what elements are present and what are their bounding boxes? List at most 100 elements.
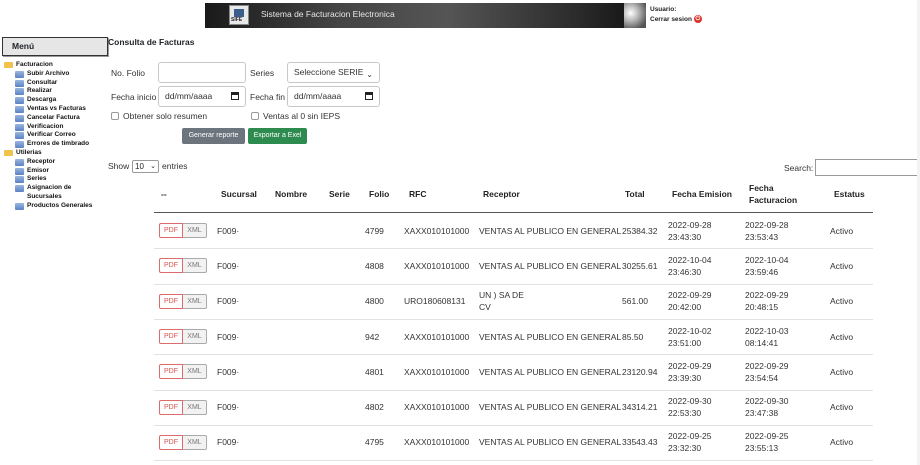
sidebar-item-label[interactable]: Asignacion de Sucursales [27,184,97,202]
xml-button[interactable]: XML [183,329,207,345]
fecha-inicio-input[interactable]: dd/mm/aaaa [158,86,246,107]
series-select[interactable]: Seleccione SERIE ⌄ [287,62,380,83]
page-icon [15,114,24,122]
xml-button[interactable]: XML [183,293,207,309]
sidebar-item-label[interactable]: Productos Generales [27,202,97,211]
pdf-button[interactable]: PDF [159,364,183,380]
xml-button[interactable]: XML [183,223,207,239]
facturacion-time-cell: 23:54:54 [745,372,779,383]
sidebar-item-label[interactable]: Consultar [27,79,97,88]
entries-select[interactable]: 10 ⌄ [132,160,159,173]
sidebar-item[interactable]: Errores de timbrado [4,140,97,149]
emision-time-cell: 23:32:30 [668,443,702,454]
page-icon [15,105,24,113]
sidebar-item-label[interactable]: Verificar Correo [27,131,97,140]
sidebar-item-label[interactable]: Receptor [27,158,97,167]
sidebar-item[interactable]: Ventas vs Facturas [4,105,97,114]
pdf-button[interactable]: PDF [159,329,183,345]
column-header[interactable]: Receptor [483,188,520,200]
logout-link[interactable]: Cerrar sesion ⏻ [650,15,702,25]
row-divider [154,248,873,250]
column-header[interactable]: Estatus [834,188,865,200]
sidebar-item-label[interactable]: Cancelar Factura [27,114,97,123]
logout-icon[interactable]: ⏻ [693,15,702,24]
search-input[interactable] [815,159,918,176]
export-excel-button[interactable]: Exportar a Exel [248,128,307,144]
sidebar-group[interactable]: Utilerias [4,149,97,158]
estatus-cell: Activo [830,366,854,377]
row-divider [154,354,873,356]
sidebar-item[interactable]: Cancelar Factura [4,114,97,123]
sidebar-item[interactable]: Emisor [4,167,97,176]
folio-input[interactable] [158,62,246,83]
xml-button[interactable]: XML [183,399,207,415]
column-header[interactable]: Sucursal [221,188,257,200]
resumen-checkbox[interactable] [111,112,119,120]
sidebar-group[interactable]: Facturacion [4,61,97,70]
fecha-fin-input[interactable]: dd/mm/aaaa [287,86,380,107]
sidebar-item[interactable]: Realizar [4,87,97,96]
sidebar-group-label[interactable]: Facturacion [16,61,53,70]
rfc-cell: XAXX010101000 [404,225,470,236]
column-header[interactable]: Folio [369,188,389,200]
facturacion-time-cell: 08:14:41 [745,337,779,348]
column-header[interactable]: Fecha Facturacion [749,182,803,206]
receptor-cell: VENTAS AL PUBLICO EN GENERAL [479,366,622,377]
sidebar-item[interactable]: Asignacion de Sucursales [4,184,97,202]
sidebar-group-label[interactable]: Utilerias [16,149,42,158]
facturacion-date-cell: 2022-10-04 [745,254,789,265]
page-icon [15,123,24,131]
show-label: Show [108,161,130,171]
xml-button[interactable]: XML [183,258,207,274]
sidebar-item[interactable]: Series [4,175,97,184]
logout-label[interactable]: Cerrar sesion [650,16,692,23]
pdf-button[interactable]: PDF [159,399,183,415]
sidebar-item-label[interactable]: Errores de timbrado [27,140,97,149]
sidebar-item-label[interactable]: Verificacion [27,123,97,132]
sidebar-item-label[interactable]: Series [27,175,97,184]
pdf-button[interactable]: PDF [159,258,183,274]
column-header[interactable]: Nombre [275,188,307,200]
xml-button[interactable]: XML [183,434,207,450]
sidebar-item[interactable]: Verificar Correo [4,131,97,140]
sidebar-item[interactable]: Verificacion [4,123,97,132]
generate-report-button[interactable]: Generar reporte [182,128,245,144]
sidebar-item-label[interactable]: Emisor [27,167,97,176]
sidebar-item-label[interactable]: Realizar [27,87,97,96]
column-header[interactable]: RFC [409,188,426,200]
pdf-button[interactable]: PDF [159,434,183,450]
estatus-cell: Activo [830,296,854,307]
pdf-button[interactable]: PDF [159,223,183,239]
download-buttons: PDF XML [159,258,207,274]
facturacion-date-cell: 2022-09-29 [745,360,789,371]
series-label: Series [250,68,275,78]
ieps-checkbox[interactable] [251,112,259,120]
sidebar-item[interactable]: Consultar [4,79,97,88]
sidebar-item[interactable]: Productos Generales [4,202,97,211]
column-header[interactable]: Total [625,188,645,200]
pdf-button[interactable]: PDF [159,293,183,309]
xml-button[interactable]: XML [183,364,207,380]
sucursal-cell: F009· [217,296,240,307]
total-cell: 25384.32 [622,225,658,236]
page-icon [15,185,24,193]
column-header[interactable]: Fecha Emision [672,188,732,200]
header-banner: SIFE Sistema de Facturacion Electronica [205,3,646,28]
sidebar-item-label[interactable]: Ventas vs Facturas [27,105,97,114]
page-icon [15,70,24,78]
sidebar-item[interactable]: Descarga [4,96,97,105]
sidebar-item[interactable]: Receptor [4,158,97,167]
sidebar-item-label[interactable]: Subir Archivo [27,70,97,79]
rfc-cell: URO180608131 [404,296,466,307]
system-title: Sistema de Facturacion Electronica [261,9,395,19]
fecha-fin-value: dd/mm/aaaa [294,91,342,101]
folio-label: No. Folio [111,68,146,78]
column-header[interactable]: Serie [329,188,350,200]
calendar-icon[interactable] [365,92,373,100]
emision-time-cell: 20:42:00 [668,302,702,313]
rfc-cell: XAXX010101000 [404,437,470,448]
sidebar-item-label[interactable]: Descarga [27,96,97,105]
sidebar-item[interactable]: Subir Archivo [4,70,97,79]
column-header[interactable]: -- [161,188,167,200]
calendar-icon[interactable] [231,92,239,100]
